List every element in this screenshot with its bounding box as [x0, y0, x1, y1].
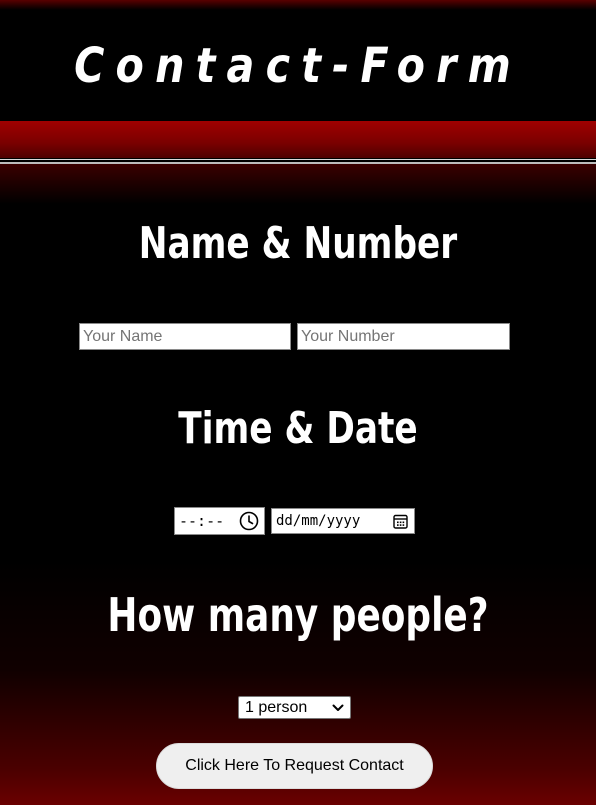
date-placeholder: dd/mm/yyyy: [276, 513, 361, 529]
number-input[interactable]: [297, 323, 510, 350]
chevron-down-icon: [332, 704, 344, 711]
calendar-icon[interactable]: [393, 514, 408, 529]
site-title: Contact-Form: [74, 38, 522, 94]
header-divider: [0, 159, 596, 160]
heading-people: How many people?: [107, 588, 489, 642]
heading-time-date: Time & Date: [178, 403, 418, 454]
date-input[interactable]: dd/mm/yyyy: [271, 508, 415, 534]
clock-icon[interactable]: [239, 511, 259, 531]
name-input[interactable]: [79, 323, 291, 350]
time-placeholder: --:--: [179, 512, 225, 530]
time-input[interactable]: --:--: [174, 507, 265, 535]
header-red-band: [0, 121, 596, 158]
request-contact-button[interactable]: Click Here To Request Contact: [156, 743, 433, 789]
header-bar: Contact-Form: [0, 0, 596, 121]
heading-name-number: Name & Number: [138, 218, 458, 269]
people-select-value: 1 person: [245, 698, 308, 716]
header-shadow: [0, 164, 596, 204]
people-select[interactable]: 1 person: [238, 696, 351, 719]
